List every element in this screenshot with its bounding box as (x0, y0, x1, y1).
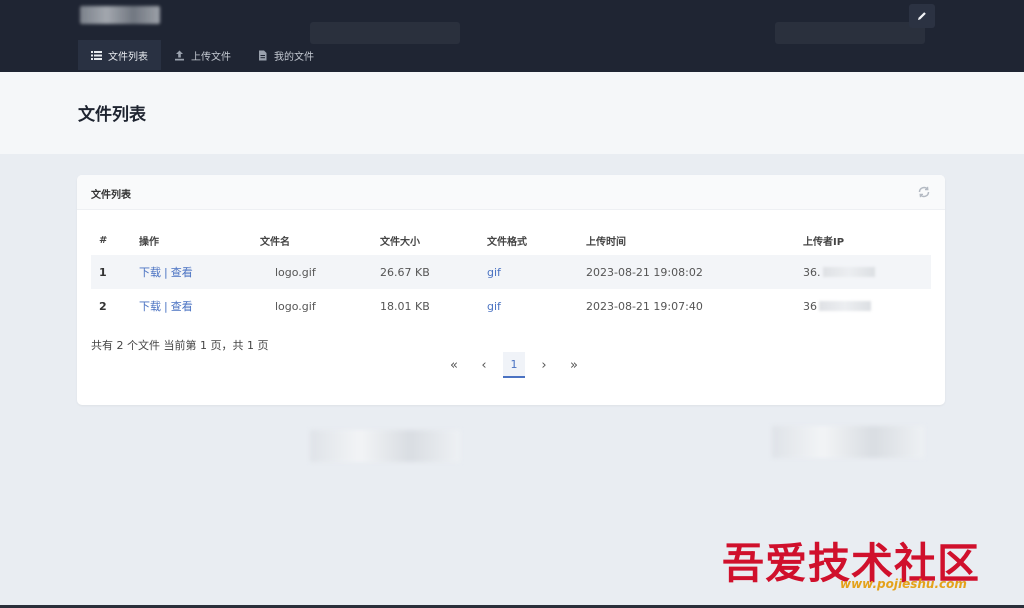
row-actions: 下载 | 查看 (139, 255, 260, 289)
file-list-card: 文件列表 # 操作 文件名 文件大小 文件格式 上传时间 上传者IP 1 下载 … (77, 175, 945, 405)
prev-page-button[interactable]: ‹ (473, 352, 495, 378)
col-filename: 文件名 (260, 236, 290, 248)
download-link[interactable]: 下载 (139, 300, 161, 313)
blurred-block (310, 430, 460, 462)
download-link[interactable]: 下载 (139, 266, 161, 279)
blurred-watermark (310, 22, 460, 44)
card-header: 文件列表 (77, 175, 945, 210)
list-icon (91, 50, 102, 60)
col-actions: 操作 (139, 236, 159, 248)
col-format: 文件格式 (487, 236, 527, 248)
view-link[interactable]: 查看 (171, 300, 193, 313)
refresh-icon[interactable] (917, 185, 931, 199)
table-row: 2 下载 | 查看 logo.gif 18.01 KB gif 2023-08-21… (91, 289, 931, 323)
col-size: 文件大小 (380, 236, 420, 248)
row-filename: logo.gif (260, 255, 380, 289)
table-row: 1 下载 | 查看 logo.gif 26.67 KB gif 2023-08-21… (91, 255, 931, 289)
main-nav: 文件列表 上传文件 我的文件 (78, 40, 327, 70)
blurred-block (772, 426, 924, 458)
row-filename: logo.gif (275, 299, 316, 313)
nav-upload-file[interactable]: 上传文件 (161, 40, 244, 70)
nav-label: 文件列表 (108, 51, 148, 63)
nav-file-list[interactable]: 文件列表 (78, 40, 161, 70)
col-index: # (99, 234, 108, 246)
page-title: 文件列表 (78, 105, 146, 125)
row-uploader-ip: 36 (803, 289, 931, 323)
col-uploader-ip: 上传者IP (803, 236, 845, 248)
page-header: 文件列表 (0, 72, 1024, 154)
row-format: gif (487, 299, 501, 313)
last-page-button[interactable]: » (563, 352, 585, 378)
row-size: 18.01 KB (380, 299, 430, 313)
nav-my-files[interactable]: 我的文件 (244, 40, 327, 70)
ip-redacted (819, 301, 871, 311)
ip-redacted (822, 267, 875, 277)
row-actions: 下载 | 查看 (139, 289, 260, 323)
ip-prefix: 36. (803, 265, 821, 279)
action-separator: | (164, 266, 168, 279)
row-upload-time: 2023-08-21 19:07:40 (586, 299, 703, 313)
edit-button[interactable] (909, 4, 935, 28)
file-icon (259, 50, 267, 60)
ip-prefix: 36 (803, 299, 817, 313)
top-navbar: 文件列表 上传文件 我的文件 (0, 0, 1024, 72)
row-index: 2 (99, 299, 107, 313)
site-logo-blurred (80, 6, 160, 24)
file-table: # 操作 文件名 文件大小 文件格式 上传时间 上传者IP 1 下载 | 查看 lo… (91, 225, 931, 323)
row-format: gif (487, 255, 586, 289)
table-header-row: # 操作 文件名 文件大小 文件格式 上传时间 上传者IP (91, 225, 931, 255)
view-link[interactable]: 查看 (171, 266, 193, 279)
col-upload-time: 上传时间 (586, 236, 626, 248)
action-separator: | (164, 300, 168, 313)
pencil-icon (918, 12, 926, 20)
next-page-button[interactable]: › (533, 352, 555, 378)
nav-label: 我的文件 (274, 51, 314, 63)
row-index: 1 (91, 255, 139, 289)
upload-icon (175, 50, 184, 60)
first-page-button[interactable]: « (443, 352, 465, 378)
row-uploader-ip: 36. (803, 255, 931, 289)
watermark-url: www.pojieshu.com (840, 577, 967, 591)
nav-label: 上传文件 (191, 51, 231, 63)
row-upload-time: 2023-08-21 19:08:02 (586, 255, 803, 289)
row-size: 26.67 KB (380, 255, 487, 289)
blurred-watermark (775, 22, 925, 44)
current-page-button[interactable]: 1 (503, 352, 525, 378)
pagination: « ‹ 1 › » (443, 352, 585, 378)
file-count-summary: 共有 2 个文件 当前第 1 页，共 1 页 (91, 339, 269, 352)
card-title: 文件列表 (91, 190, 131, 201)
